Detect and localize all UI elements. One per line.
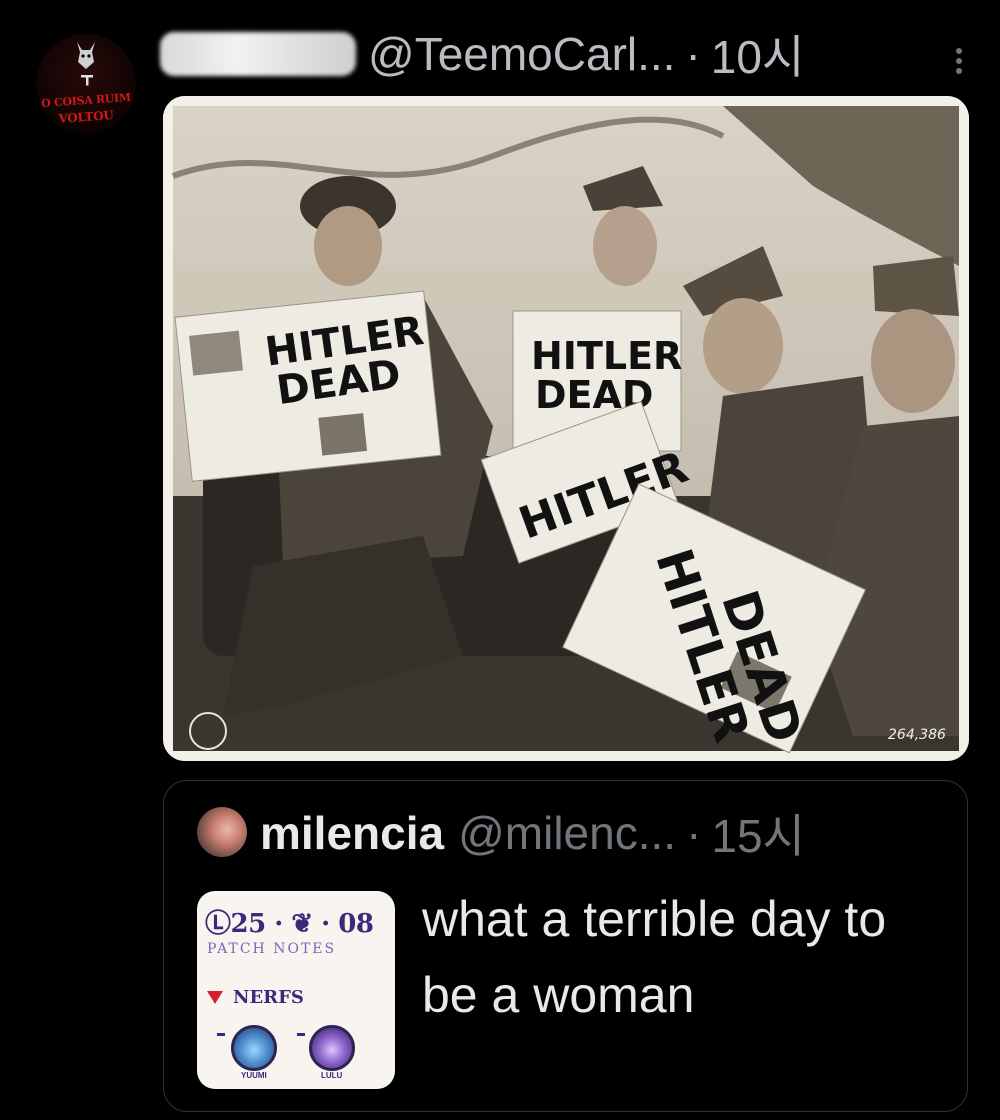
avatar-logo-line-2: VOLTOU bbox=[58, 108, 114, 126]
quoted-author-avatar[interactable] bbox=[197, 807, 247, 857]
quoted-tweet-thumbnail[interactable]: Ⓛ25 · ❦ · 08 PATCH NOTES NERFS YUUMI LUL… bbox=[197, 891, 395, 1089]
champion-name-1: YUUMI bbox=[241, 1071, 267, 1080]
author-handle[interactable]: @TeemoCarl... bbox=[368, 27, 675, 81]
quoted-author-name[interactable]: milencia bbox=[260, 806, 444, 860]
brand-mark-icon bbox=[81, 75, 93, 86]
more-options-icon[interactable] bbox=[954, 44, 964, 84]
patch-version: Ⓛ25 · ❦ · 08 bbox=[205, 909, 374, 939]
separator-dot: · bbox=[685, 28, 701, 80]
soldiers-reading-newspapers-image: HITLER DEAD HITLER DEAD HITLER HITLER DE… bbox=[163, 96, 969, 761]
lulu-portrait-icon bbox=[309, 1025, 355, 1071]
stat-bar-icon bbox=[217, 1033, 225, 1036]
author-avatar[interactable]: O COISA RUIM VOLTOU bbox=[36, 34, 136, 134]
nerf-down-triangle-icon bbox=[207, 991, 223, 1004]
quoted-author-handle[interactable]: @milenc... bbox=[458, 806, 676, 860]
headline-2-line-1: HITLER bbox=[531, 334, 682, 378]
yuumi-portrait-icon bbox=[231, 1025, 277, 1071]
tweet-timestamp[interactable]: 10시 bbox=[711, 21, 805, 87]
nerfs-label: NERFS bbox=[233, 987, 304, 1008]
patch-notes-label: PATCH NOTES bbox=[207, 941, 337, 957]
champion-name-2: LULU bbox=[321, 1071, 343, 1080]
nerfs-section: NERFS bbox=[207, 987, 304, 1008]
quoted-tweet-timestamp[interactable]: 15시 bbox=[711, 800, 805, 866]
tweet-header: @TeemoCarl... · 10시 bbox=[160, 24, 980, 84]
separator-dot: · bbox=[686, 807, 702, 859]
quoted-tweet-card[interactable]: milencia @milenc... · 15시 Ⓛ25 · ❦ · 08 P… bbox=[163, 780, 968, 1112]
tweet-photo[interactable]: HITLER DEAD HITLER DEAD HITLER HITLER DE… bbox=[163, 96, 969, 761]
quoted-tweet-text: what a terrible day to be a woman bbox=[422, 891, 887, 1023]
devil-logo-icon bbox=[77, 42, 95, 69]
stat-bar-icon bbox=[297, 1033, 305, 1036]
quoted-tweet-header: milencia @milenc... · 15시 bbox=[260, 803, 805, 863]
redacted-display-name[interactable] bbox=[160, 32, 356, 76]
photo-number: 264,386 bbox=[888, 727, 946, 743]
